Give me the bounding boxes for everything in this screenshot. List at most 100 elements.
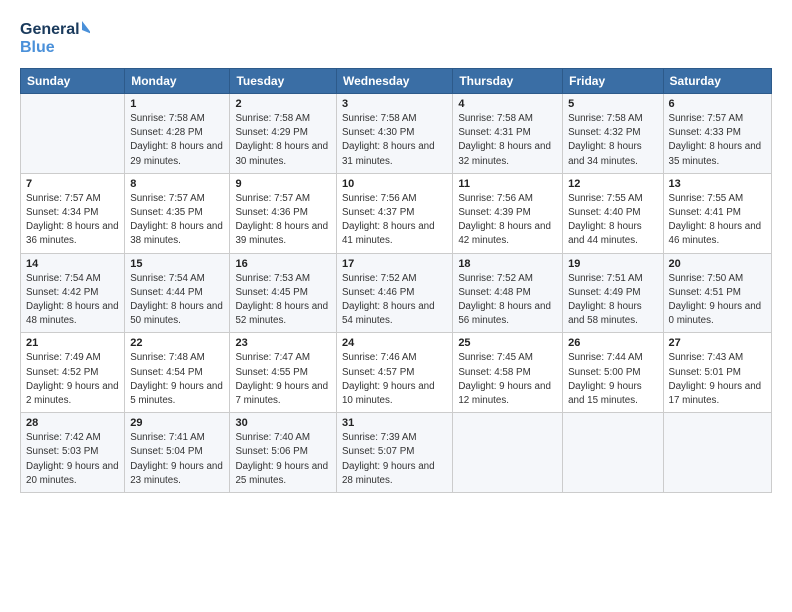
day-cell: 27Sunrise: 7:43 AMSunset: 5:01 PMDayligh… [663, 333, 771, 413]
day-cell: 29 Sunrise: 7:41 AMSunset: 5:04 PMDayligh… [125, 413, 230, 493]
day-detail: Sunrise: 7:46 AMSunset: 4:57 PMDaylight:… [342, 351, 447, 408]
day-number: 5 [568, 98, 657, 110]
day-number: 22 [130, 337, 224, 349]
day-detail: Sunrise: 7:55 AMSunset: 4:40 PMDaylight:… [568, 192, 657, 249]
day-detail: Sunrise: 7:57 AMSunset: 4:36 PMDaylight:… [235, 192, 331, 249]
header-row: SundayMondayTuesdayWednesdayThursdayFrid… [21, 69, 772, 94]
day-detail: Sunrise: 7:44 AMSunset: 5:00 PMDaylight:… [568, 351, 657, 408]
day-number: 19 [568, 258, 657, 270]
day-cell: 31Sunrise: 7:39 AMSunset: 5:07 PMDayligh… [336, 413, 452, 493]
day-detail: Sunrise: 7:54 AMSunset: 4:44 PMDaylight:… [130, 272, 224, 329]
day-cell [453, 413, 563, 493]
day-number: 21 [26, 337, 119, 349]
day-detail: Sunrise: 7:55 AMSunset: 4:41 PMDaylight:… [669, 192, 766, 249]
day-cell: 5 Sunrise: 7:58 AMSunset: 4:32 PMDaylight… [563, 94, 663, 174]
day-detail: Sunrise: 7:57 AMSunset: 4:33 PMDaylight:… [669, 112, 766, 169]
week-row-1: 7Sunrise: 7:57 AMSunset: 4:34 PMDaylight… [21, 173, 772, 253]
day-cell: 19 Sunrise: 7:51 AMSunset: 4:49 PMDayligh… [563, 253, 663, 333]
day-number: 8 [130, 178, 224, 190]
day-cell: 15 Sunrise: 7:54 AMSunset: 4:44 PMDayligh… [125, 253, 230, 333]
day-detail: Sunrise: 7:57 AMSunset: 4:35 PMDaylight:… [130, 192, 224, 249]
day-detail: Sunrise: 7:51 AMSunset: 4:49 PMDaylight:… [568, 272, 657, 329]
day-detail: Sunrise: 7:58 AMSunset: 4:28 PMDaylight:… [130, 112, 224, 169]
day-cell [663, 413, 771, 493]
day-number: 11 [458, 178, 557, 190]
day-cell: 12 Sunrise: 7:55 AMSunset: 4:40 PMDayligh… [563, 173, 663, 253]
day-number: 14 [26, 258, 119, 270]
day-cell: 9 Sunrise: 7:57 AMSunset: 4:36 PMDaylight… [230, 173, 337, 253]
day-detail: Sunrise: 7:53 AMSunset: 4:45 PMDaylight:… [235, 272, 331, 329]
svg-text:Blue: Blue [20, 39, 55, 56]
day-detail: Sunrise: 7:58 AMSunset: 4:32 PMDaylight:… [568, 112, 657, 169]
day-number: 1 [130, 98, 224, 110]
day-detail: Sunrise: 7:50 AMSunset: 4:51 PMDaylight:… [669, 272, 766, 329]
day-number: 27 [669, 337, 766, 349]
day-number: 13 [669, 178, 766, 190]
day-cell: 16Sunrise: 7:53 AMSunset: 4:45 PMDayligh… [230, 253, 337, 333]
day-cell: 22 Sunrise: 7:48 AMSunset: 4:54 PMDayligh… [125, 333, 230, 413]
day-number: 6 [669, 98, 766, 110]
day-number: 26 [568, 337, 657, 349]
day-number: 18 [458, 258, 557, 270]
header-cell-wednesday: Wednesday [336, 69, 452, 94]
calendar-table: SundayMondayTuesdayWednesdayThursdayFrid… [20, 68, 772, 493]
svg-text:General: General [20, 21, 80, 38]
day-number: 9 [235, 178, 331, 190]
day-number: 3 [342, 98, 447, 110]
day-detail: Sunrise: 7:42 AMSunset: 5:03 PMDaylight:… [26, 431, 119, 488]
day-number: 12 [568, 178, 657, 190]
day-cell: 6 Sunrise: 7:57 AMSunset: 4:33 PMDaylight… [663, 94, 771, 174]
logo-svg: General Blue [20, 16, 90, 58]
day-cell: 18 Sunrise: 7:52 AMSunset: 4:48 PMDayligh… [453, 253, 563, 333]
day-cell: 28 Sunrise: 7:42 AMSunset: 5:03 PMDayligh… [21, 413, 125, 493]
day-cell: 14 Sunrise: 7:54 AMSunset: 4:42 PMDayligh… [21, 253, 125, 333]
day-detail: Sunrise: 7:58 AMSunset: 4:29 PMDaylight:… [235, 112, 331, 169]
day-number: 7 [26, 178, 119, 190]
day-cell: 24Sunrise: 7:46 AMSunset: 4:57 PMDayligh… [336, 333, 452, 413]
header-cell-tuesday: Tuesday [230, 69, 337, 94]
day-cell: 8 Sunrise: 7:57 AMSunset: 4:35 PMDaylight… [125, 173, 230, 253]
day-number: 20 [669, 258, 766, 270]
day-detail: Sunrise: 7:48 AMSunset: 4:54 PMDaylight:… [130, 351, 224, 408]
day-detail: Sunrise: 7:45 AMSunset: 4:58 PMDaylight:… [458, 351, 557, 408]
day-cell: 13 Sunrise: 7:55 AMSunset: 4:41 PMDayligh… [663, 173, 771, 253]
day-cell: 26 Sunrise: 7:44 AMSunset: 5:00 PMDayligh… [563, 333, 663, 413]
day-cell: 2 Sunrise: 7:58 AMSunset: 4:29 PMDaylight… [230, 94, 337, 174]
day-number: 25 [458, 337, 557, 349]
day-cell: 3 Sunrise: 7:58 AMSunset: 4:30 PMDaylight… [336, 94, 452, 174]
day-cell [21, 94, 125, 174]
header-cell-friday: Friday [563, 69, 663, 94]
week-row-0: 1 Sunrise: 7:58 AMSunset: 4:28 PMDaylight… [21, 94, 772, 174]
day-number: 29 [130, 417, 224, 429]
day-cell: 20 Sunrise: 7:50 AMSunset: 4:51 PMDayligh… [663, 253, 771, 333]
day-cell: 1 Sunrise: 7:58 AMSunset: 4:28 PMDaylight… [125, 94, 230, 174]
day-cell: 23 Sunrise: 7:47 AMSunset: 4:55 PMDayligh… [230, 333, 337, 413]
day-detail: Sunrise: 7:58 AMSunset: 4:30 PMDaylight:… [342, 112, 447, 169]
day-detail: Sunrise: 7:52 AMSunset: 4:46 PMDaylight:… [342, 272, 447, 329]
day-number: 23 [235, 337, 331, 349]
day-number: 2 [235, 98, 331, 110]
day-number: 4 [458, 98, 557, 110]
day-number: 10 [342, 178, 447, 190]
day-detail: Sunrise: 7:52 AMSunset: 4:48 PMDaylight:… [458, 272, 557, 329]
day-detail: Sunrise: 7:56 AMSunset: 4:39 PMDaylight:… [458, 192, 557, 249]
day-number: 15 [130, 258, 224, 270]
day-detail: Sunrise: 7:54 AMSunset: 4:42 PMDaylight:… [26, 272, 119, 329]
day-detail: Sunrise: 7:58 AMSunset: 4:31 PMDaylight:… [458, 112, 557, 169]
day-cell: 21Sunrise: 7:49 AMSunset: 4:52 PMDayligh… [21, 333, 125, 413]
day-detail: Sunrise: 7:41 AMSunset: 5:04 PMDaylight:… [130, 431, 224, 488]
calendar-page: General Blue SundayMondayTuesdayWednesda… [0, 0, 792, 612]
day-number: 17 [342, 258, 447, 270]
day-number: 30 [235, 417, 331, 429]
header-cell-monday: Monday [125, 69, 230, 94]
week-row-3: 21Sunrise: 7:49 AMSunset: 4:52 PMDayligh… [21, 333, 772, 413]
header: General Blue [20, 16, 772, 58]
day-cell: 25 Sunrise: 7:45 AMSunset: 4:58 PMDayligh… [453, 333, 563, 413]
header-cell-thursday: Thursday [453, 69, 563, 94]
day-number: 31 [342, 417, 447, 429]
header-cell-sunday: Sunday [21, 69, 125, 94]
day-cell: 11 Sunrise: 7:56 AMSunset: 4:39 PMDayligh… [453, 173, 563, 253]
day-detail: Sunrise: 7:47 AMSunset: 4:55 PMDaylight:… [235, 351, 331, 408]
week-row-4: 28 Sunrise: 7:42 AMSunset: 5:03 PMDayligh… [21, 413, 772, 493]
day-number: 28 [26, 417, 119, 429]
